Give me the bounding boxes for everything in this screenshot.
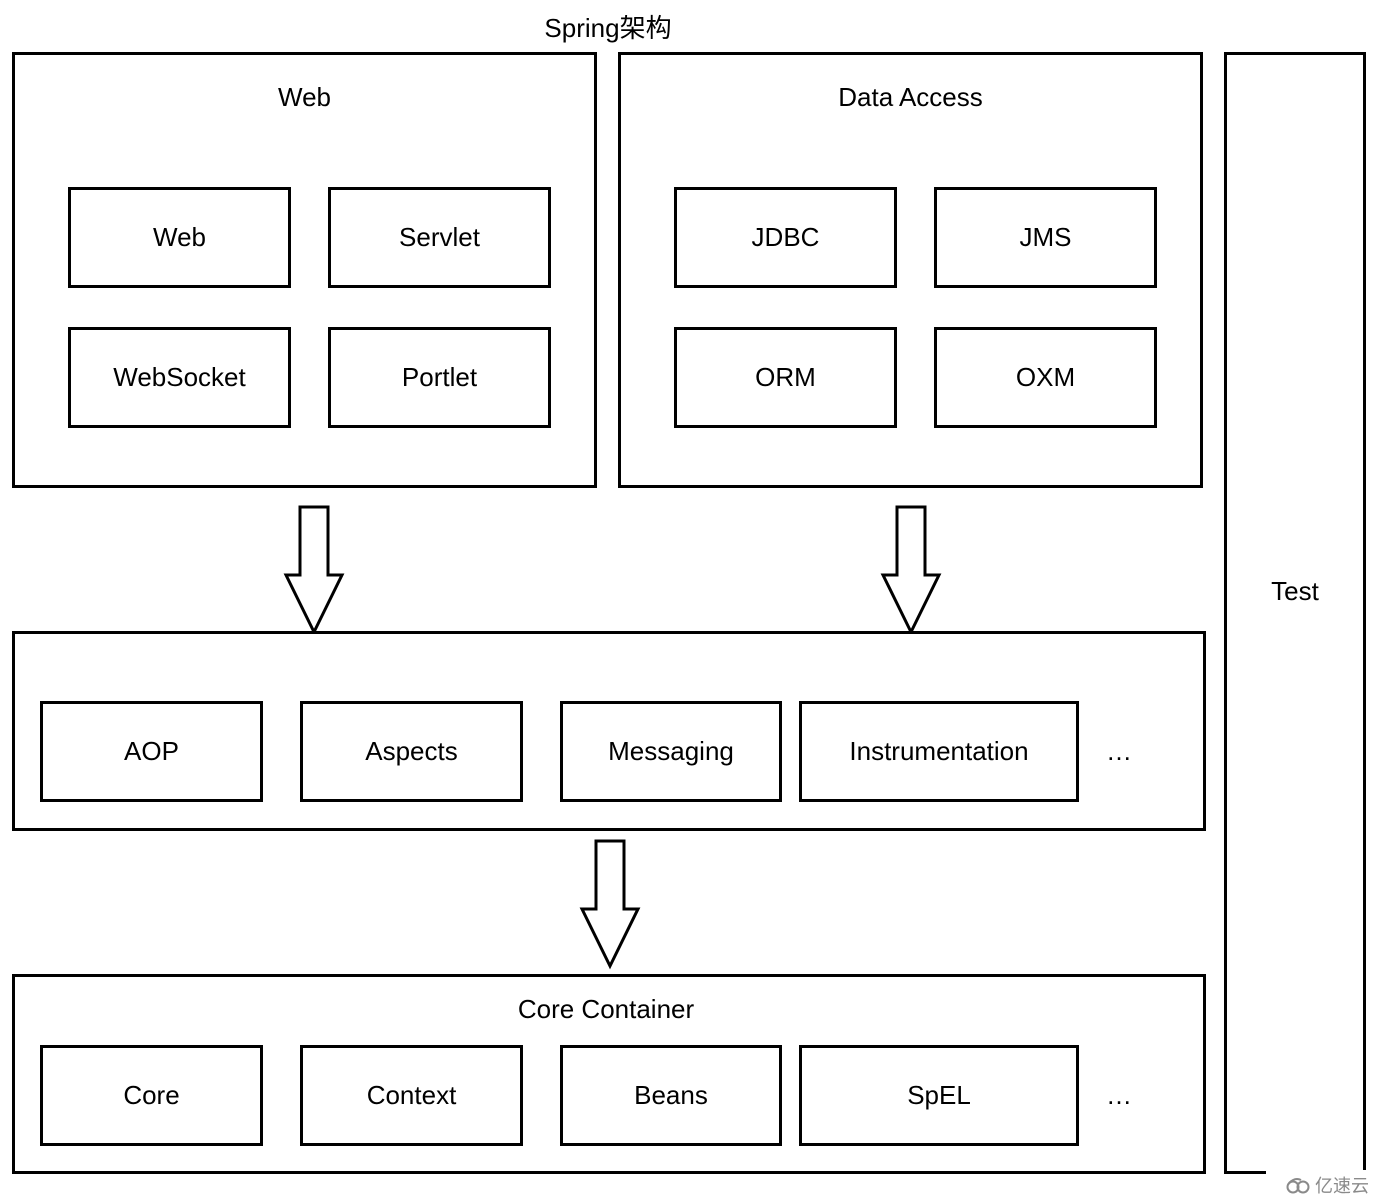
module-core: Core [40,1045,263,1146]
arrow-middle-to-core [579,839,641,970]
test-group-title: Test [1271,576,1319,606]
arrow-web-to-middle [283,505,345,636]
module-context: Context [300,1045,523,1146]
watermark-text: 亿速云 [1315,1176,1369,1196]
module-web: Web [68,187,291,288]
module-aspects: Aspects [300,701,523,802]
cloud-logo-icon [1286,1178,1310,1194]
module-servlet: Servlet [328,187,551,288]
module-jms: JMS [934,187,1157,288]
module-aop: AOP [40,701,263,802]
module-beans: Beans [560,1045,782,1146]
test-group [1224,52,1366,1174]
module-oxm: OXM [934,327,1157,428]
module-websocket: WebSocket [68,327,291,428]
core-more-ellipsis: … [1106,1080,1133,1110]
arrow-data-access-to-middle [880,505,942,636]
module-spel: SpEL [799,1045,1079,1146]
middle-more-ellipsis: … [1106,736,1133,766]
module-messaging: Messaging [560,701,782,802]
module-instrumentation: Instrumentation [799,701,1079,802]
diagram-title: Spring架构 [544,13,672,43]
web-group-title: Web [278,82,331,112]
module-jdbc: JDBC [674,187,897,288]
module-portlet: Portlet [328,327,551,428]
core-container-title: Core Container [517,994,695,1024]
data-access-group-title: Data Access [838,82,983,112]
watermark: 亿速云 [1285,1172,1369,1198]
module-orm: ORM [674,327,897,428]
